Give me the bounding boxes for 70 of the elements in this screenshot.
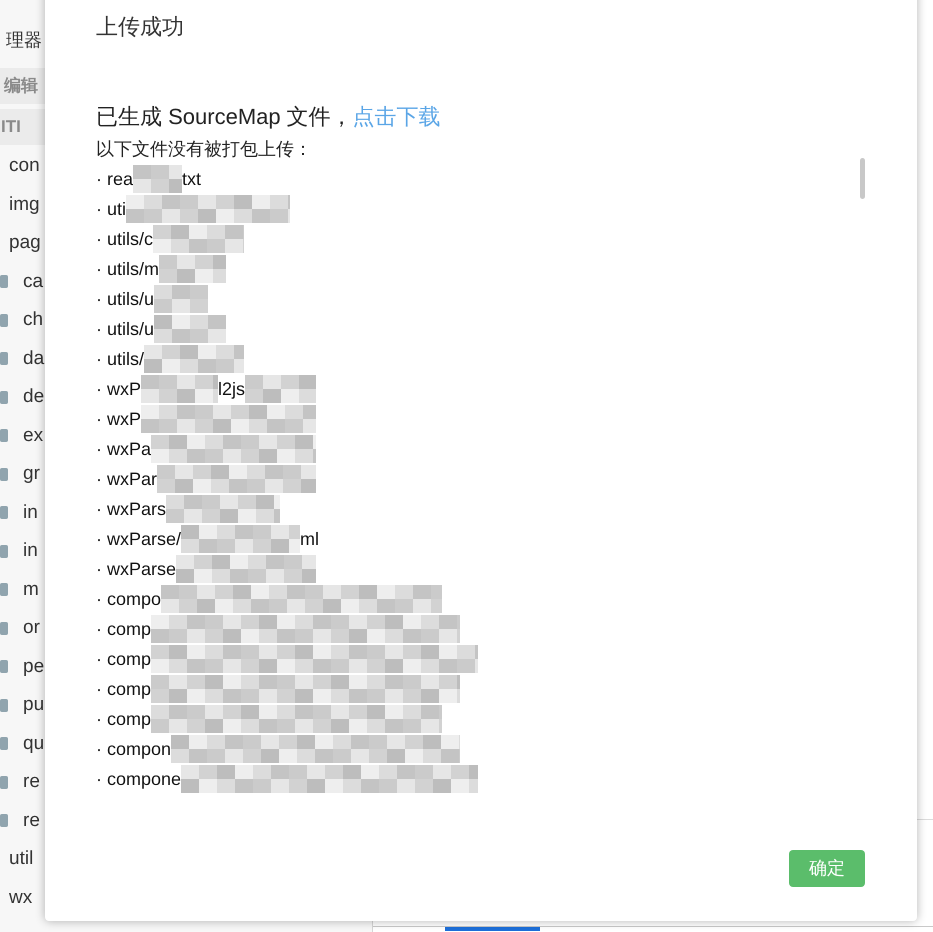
file-name: · compo — [96, 588, 162, 611]
file-name: · comp — [96, 678, 152, 701]
tree-item[interactable]: gr — [23, 460, 40, 488]
mosaic-drawing — [133, 165, 182, 193]
scrollbar-thumb[interactable] — [860, 158, 865, 199]
mosaic-drawing — [159, 255, 226, 283]
mosaic-drawing — [154, 285, 208, 313]
tree-item[interactable]: re — [23, 806, 40, 835]
note-text: 以下文件没有被打包上传： — [96, 138, 313, 161]
tree-item[interactable]: da — [23, 344, 44, 373]
file-name: · comp — [96, 648, 152, 671]
file-name: · utils/ — [96, 348, 144, 370]
file-name: txt — [182, 168, 202, 190]
mosaic-drawing — [245, 375, 316, 403]
folder-icon — [0, 544, 8, 558]
tree-item[interactable]: img — [9, 190, 40, 219]
tree-item[interactable]: wx — [9, 884, 32, 912]
file-name: · utils/u — [96, 318, 154, 340]
folder-icon — [0, 390, 8, 404]
tree-item[interactable]: ca — [23, 268, 44, 296]
file-name: · wxPars — [96, 498, 166, 520]
file-name: · wxParse — [96, 558, 176, 580]
tree-item[interactable]: in — [23, 498, 38, 527]
section-header: 编辑 — [0, 68, 45, 104]
tree-item[interactable]: re — [23, 768, 40, 796]
section-header: ITI — [0, 109, 45, 145]
file-name: ml — [300, 528, 320, 550]
folder-icon — [0, 468, 8, 481]
folder-icon — [0, 814, 8, 828]
file-name: · wxP — [96, 408, 141, 430]
folder-icon — [0, 660, 8, 674]
file-name: · utils/c — [96, 228, 154, 250]
file-name: · wxP — [96, 378, 141, 400]
tree-item[interactable]: de — [23, 383, 44, 412]
panel-title: 理器 — [6, 28, 42, 52]
file-name: · utils/m — [96, 258, 159, 280]
folder-icon — [0, 352, 8, 366]
file-name: · wxPar — [96, 468, 158, 490]
tree-item[interactable]: pe — [23, 652, 44, 681]
folder-icon — [0, 314, 8, 327]
folder-icon — [0, 275, 8, 288]
dialog-title: 上传成功 — [96, 12, 184, 40]
tree-item[interactable]: ch — [23, 306, 44, 334]
folder-icon — [0, 737, 8, 750]
tree-item[interactable]: ex — [23, 422, 44, 450]
message-text: 已生成 SourceMap 文件，点击下载 — [96, 102, 442, 130]
folder-icon — [0, 506, 8, 520]
tree-item[interactable]: con — [9, 152, 40, 180]
file-name: · wxPa — [96, 438, 152, 460]
folder-icon — [0, 622, 8, 635]
file-name: · wxParse/ — [96, 528, 182, 550]
file-name: l2js — [218, 378, 246, 401]
folder-icon — [0, 429, 8, 442]
file-name: · comp — [96, 708, 152, 731]
tree-item[interactable]: qu — [23, 730, 44, 758]
folder-icon — [0, 776, 8, 789]
file-name: · utils/u — [96, 288, 154, 310]
file-name: · rea — [96, 168, 134, 190]
tree-item[interactable]: pu — [23, 691, 44, 720]
file-name: · compon — [96, 738, 172, 761]
tree-item[interactable]: in — [23, 537, 38, 566]
tree-item[interactable]: pag — [9, 229, 41, 258]
file-name: · uti — [96, 198, 126, 220]
tree-item[interactable]: util — [9, 845, 34, 874]
file-name: · compone — [96, 768, 182, 791]
tree-item[interactable]: or — [23, 614, 40, 642]
folder-icon — [0, 698, 8, 712]
file-name: · comp — [96, 618, 152, 641]
tree-item[interactable]: m — [23, 576, 39, 604]
folder-icon — [0, 583, 8, 596]
